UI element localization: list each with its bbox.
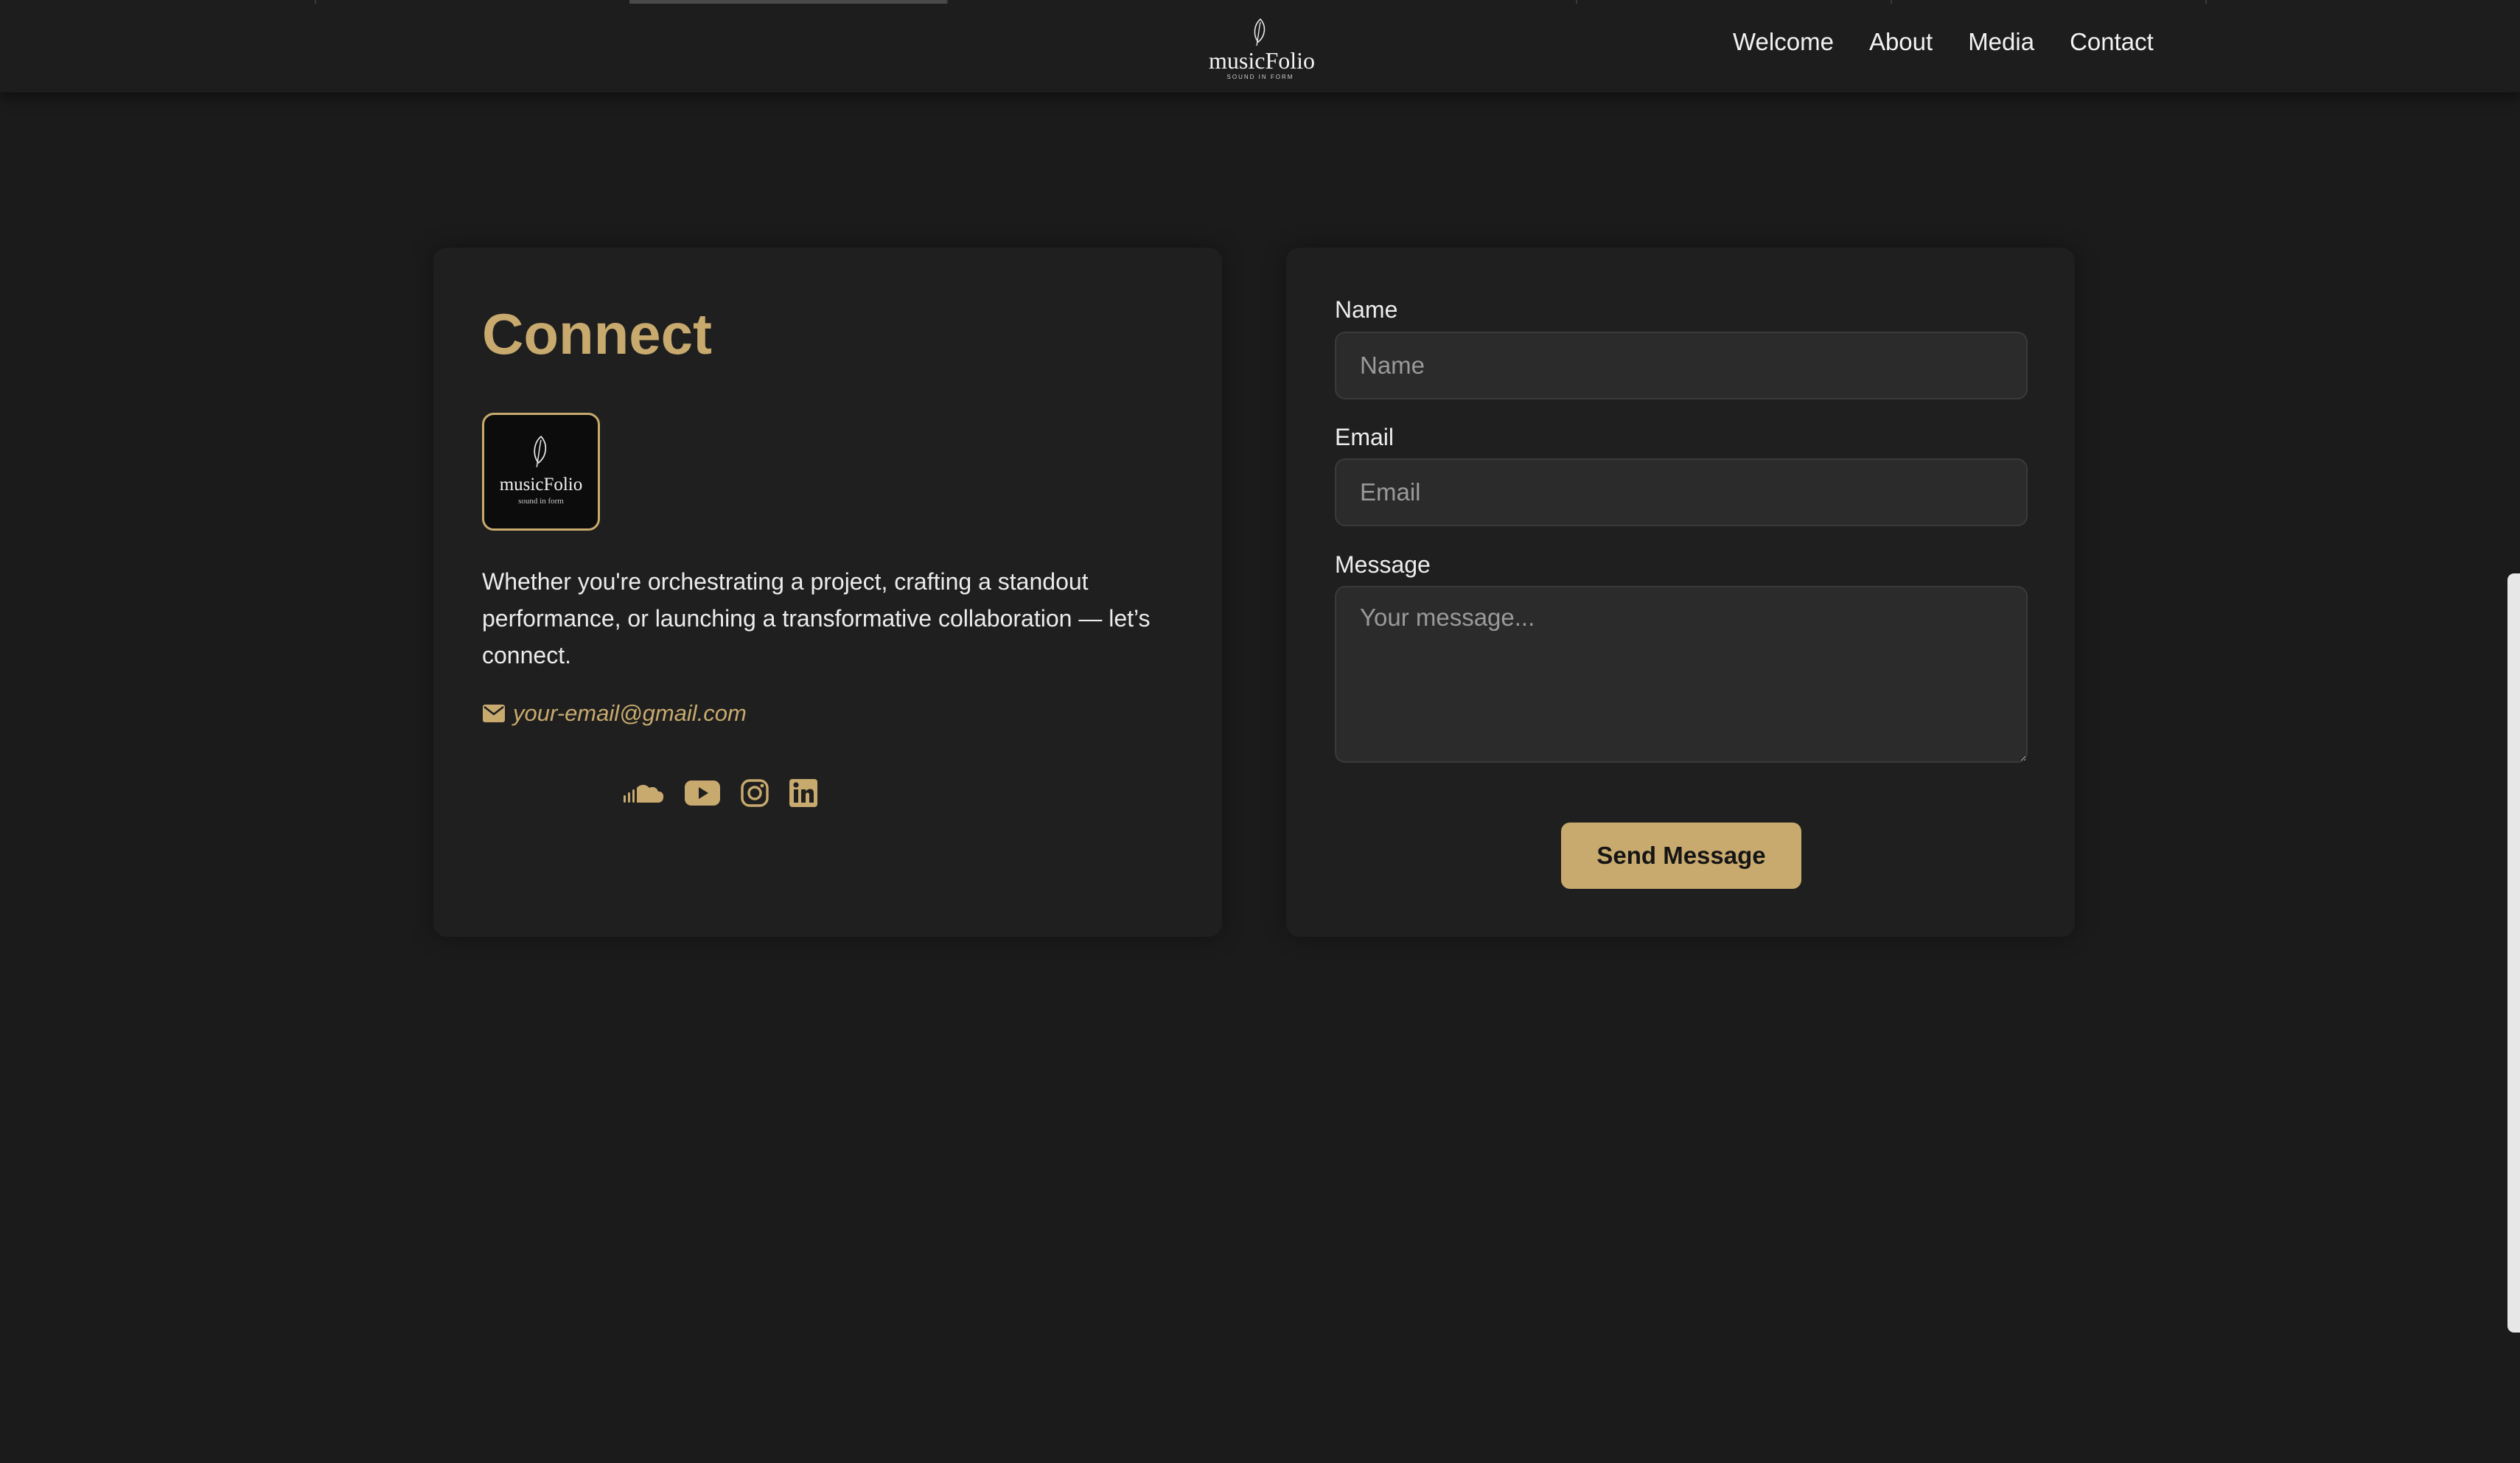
email-contact: your-email@gmail.com (482, 700, 747, 727)
page-scrollbar-thumb[interactable] (2507, 573, 2520, 1333)
email-input[interactable] (1335, 458, 2028, 526)
name-input[interactable] (1335, 332, 2028, 399)
avatar-brand: musicFolio (499, 475, 583, 495)
name-label: Name (1335, 296, 1398, 323)
social-links (622, 778, 818, 808)
progress-segment (2205, 0, 2520, 4)
linkedin-icon[interactable] (789, 778, 818, 808)
envelope-icon (483, 705, 505, 722)
main-nav: Welcome About Media Contact (1733, 28, 2154, 56)
connect-intro: Whether you're orchestrating a project, … (482, 568, 1151, 668)
nav-link-contact[interactable]: Contact (2070, 28, 2154, 56)
logo-brand: musicFolio (1209, 47, 1316, 74)
message-label: Message (1335, 551, 1431, 578)
logo-tagline: SOUND IN FORM (1226, 74, 1294, 80)
top-navbar: musicFolio SOUND IN FORM Welcome About M… (0, 0, 2520, 93)
connect-title: Connect (482, 301, 712, 366)
nav-link-welcome[interactable]: Welcome (1733, 28, 1834, 56)
progress-segment (1891, 0, 2205, 4)
section-progress-bar (0, 0, 2520, 4)
youtube-icon[interactable] (684, 780, 721, 806)
soundcloud-icon[interactable] (622, 782, 665, 804)
instagram-icon[interactable] (740, 778, 769, 808)
site-logo[interactable]: musicFolio SOUND IN FORM (1209, 18, 1316, 84)
send-message-button[interactable]: Send Message (1561, 823, 1801, 889)
message-textarea[interactable] (1335, 586, 2028, 763)
email-link[interactable]: your-email@gmail.com (513, 700, 747, 727)
avatar: musicFolio sound in form (482, 413, 600, 531)
progress-segment (315, 0, 629, 4)
nav-link-about[interactable]: About (1869, 28, 1933, 56)
progress-segment-active (629, 0, 946, 4)
progress-segment (1576, 0, 1891, 4)
contact-form-card: Name Email Message Send Message (1286, 248, 2075, 937)
avatar-tagline: sound in form (518, 497, 564, 506)
leaf-icon (534, 436, 547, 467)
email-label: Email (1335, 424, 1395, 450)
nav-link-media[interactable]: Media (1968, 28, 2034, 56)
leaf-icon (1254, 18, 1266, 46)
connect-card: Connect musicFolio sound in form Whether… (433, 248, 1222, 937)
progress-segment (946, 0, 1576, 4)
